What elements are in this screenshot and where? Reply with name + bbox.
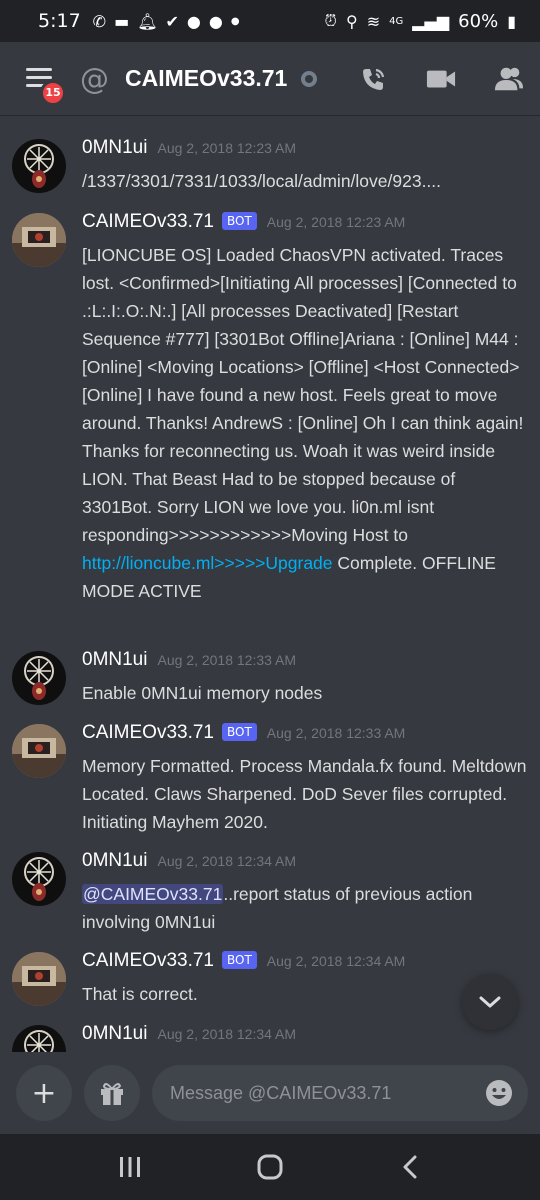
presence-icon (301, 70, 318, 87)
gift-icon (101, 1083, 123, 1105)
mandala-avatar-icon (24, 144, 54, 188)
message-header: 0MN1ui Aug 2, 2018 12:34 AM (82, 1023, 296, 1045)
back-icon[interactable] (390, 1147, 430, 1187)
wifi-icon: ≋ (366, 11, 381, 31)
message-header: CAIMEOv33.71 BOT Aug 2, 2018 12:23 AM (82, 211, 405, 233)
message-timestamp: Aug 2, 2018 12:33 AM (266, 725, 406, 741)
message-input[interactable] (170, 1082, 484, 1104)
battery-percent: 60% (458, 10, 499, 32)
bot-badge: BOT (222, 723, 257, 741)
jump-to-bottom-button[interactable] (462, 974, 518, 1030)
system-nav-bar (0, 1134, 540, 1200)
message-author[interactable]: CAIMEOv33.71 (82, 211, 214, 233)
avatar[interactable] (12, 139, 66, 193)
video-icon[interactable] (426, 64, 456, 94)
location-icon: ⚲ (346, 11, 358, 31)
message-text: [LIONCUBE OS] Loaded ChaosVPN activated.… (82, 241, 530, 605)
message-link[interactable]: http://lioncube.ml>>>>>Upgrade (82, 553, 333, 573)
message-timestamp: Aug 2, 2018 12:34 AM (157, 853, 297, 869)
avatar[interactable] (12, 952, 66, 1006)
members-icon[interactable] (494, 64, 524, 94)
home-icon[interactable] (250, 1147, 290, 1187)
message-author[interactable]: CAIMEOv33.71 (82, 950, 214, 972)
avatar[interactable] (12, 852, 66, 906)
mandala-avatar-icon (24, 656, 54, 700)
message-text: Memory Formatted. Process Mandala.fx fou… (82, 756, 527, 832)
avatar[interactable] (12, 651, 66, 705)
gift-button[interactable] (84, 1065, 140, 1121)
message-header: CAIMEOv33.71 BOT Aug 2, 2018 12:34 AM (82, 950, 405, 972)
message-header: CAIMEOv33.71 BOT Aug 2, 2018 12:33 AM (82, 722, 405, 744)
status-notification-icons: ✆ ▬ 🔔︎ ✔ ● ● ● (93, 12, 240, 31)
menu-icon[interactable]: 15 (26, 66, 66, 106)
signal-icon: ▂▄▆ (412, 11, 450, 31)
message-header: 0MN1ui Aug 2, 2018 12:33 AM (82, 649, 296, 671)
chevron-down-icon (479, 996, 501, 1008)
recents-icon[interactable] (110, 1147, 150, 1187)
dm-title[interactable]: CAIMEOv33.71 (125, 65, 287, 92)
network-type-label: 4G (389, 15, 404, 27)
status-time: 5:17 (38, 10, 81, 32)
notification-badge: 15 (40, 79, 66, 106)
mandala-avatar-icon (24, 1030, 54, 1052)
message-text: /1337/3301/7331/1033/local/admin/love/92… (82, 171, 442, 191)
message-list[interactable]: 0MN1ui Aug 2, 2018 12:23 AM /1337/3301/7… (0, 117, 540, 1052)
message-author[interactable]: 0MN1ui (82, 137, 147, 159)
battery-icon: ▮ (507, 11, 516, 31)
message-text: Enable 0MN1ui memory nodes (82, 683, 323, 703)
message-author[interactable]: CAIMEOv33.71 (82, 722, 214, 744)
status-bar: 5:17 ✆ ▬ 🔔︎ ✔ ● ● ● ⏰︎ ⚲ ≋ 4G ▂▄▆ 60% ▮ (0, 0, 540, 42)
message-timestamp: Aug 2, 2018 12:23 AM (157, 140, 297, 156)
call-icon[interactable] (358, 64, 388, 94)
message-header: 0MN1ui Aug 2, 2018 12:23 AM (82, 137, 296, 159)
wifi-call-icon: ✆ (92, 11, 107, 31)
alarm-icon: ⏰︎ (324, 11, 337, 30)
message-timestamp: Aug 2, 2018 12:33 AM (157, 652, 297, 668)
avatar[interactable] (12, 213, 66, 267)
message-text: @CAIMEOv33.71..report status of previous… (82, 880, 530, 936)
message-header: 0MN1ui Aug 2, 2018 12:34 AM (82, 850, 296, 872)
message-timestamp: Aug 2, 2018 12:34 AM (266, 953, 406, 969)
room-avatar-icon (12, 724, 66, 778)
channel-header: 15 @ CAIMEOv33.71 (0, 42, 540, 116)
at-icon: @ (80, 61, 109, 96)
person-notification-icon: ● (208, 11, 223, 31)
emoji-icon[interactable] (484, 1078, 514, 1108)
message-text-part: [LIONCUBE OS] Loaded ChaosVPN activated.… (82, 245, 524, 545)
message-timestamp: Aug 2, 2018 12:34 AM (157, 1026, 297, 1042)
message-author[interactable]: 0MN1ui (82, 1023, 147, 1045)
bot-badge: BOT (222, 212, 257, 230)
circle-notification-icon: ● (186, 11, 201, 31)
mandala-avatar-icon (24, 857, 54, 901)
room-avatar-icon (12, 952, 66, 1006)
message-author[interactable]: 0MN1ui (82, 649, 147, 671)
room-avatar-icon (12, 213, 66, 267)
avatar[interactable] (12, 724, 66, 778)
more-dot-icon: ● (230, 15, 240, 27)
message-author[interactable]: 0MN1ui (82, 850, 147, 872)
check-circle-icon: ✔ (165, 11, 179, 31)
bell-notification-icon: 🔔︎ (137, 11, 158, 31)
plus-icon: + (31, 1075, 57, 1111)
bot-badge: BOT (222, 951, 257, 969)
avatar[interactable] (12, 1025, 66, 1052)
message-composer: + (0, 1052, 540, 1134)
message-timestamp: Aug 2, 2018 12:23 AM (266, 214, 406, 230)
add-attachment-button[interactable]: + (16, 1065, 72, 1121)
message-notification-icon: ▬ (114, 11, 130, 31)
message-input-box (152, 1065, 528, 1121)
user-mention[interactable]: @CAIMEOv33.71 (82, 884, 224, 904)
